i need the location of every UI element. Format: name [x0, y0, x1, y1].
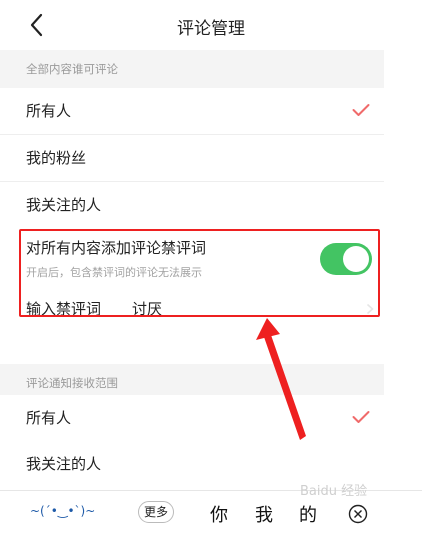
option-label: 所有人 [26, 409, 72, 427]
watermark: Baidu 经验 [300, 484, 368, 499]
ban-word-input[interactable]: 讨厌 [132, 298, 162, 319]
option-label: 我关注的人 [26, 455, 102, 473]
permission-option-everyone[interactable]: 所有人 [0, 88, 384, 134]
more-candidates-button[interactable]: 更多 [138, 501, 174, 523]
ban-words-title: 对所有内容添加评论禁评词 [26, 239, 207, 257]
checkmark-icon [352, 104, 370, 116]
chevron-right-icon [366, 303, 374, 315]
nav-bar: 评论管理 [0, 0, 422, 50]
close-circle-icon[interactable] [348, 504, 368, 524]
ban-word-input-label: 输入禁评词 [26, 300, 102, 318]
ban-words-toggle[interactable] [320, 243, 372, 275]
option-label: 我关注的人 [26, 196, 102, 214]
page-title: 评论管理 [177, 19, 245, 39]
spacer [0, 318, 384, 364]
ban-words-subtitle: 开启后，包含禁评词的评论无法展示 [26, 266, 202, 279]
candidate-word[interactable]: 的 [299, 501, 317, 527]
checkmark-icon [352, 411, 370, 423]
option-label: 所有人 [26, 102, 72, 120]
kaomoji-candidate[interactable]: ~(´•‿•`)~ [30, 504, 95, 518]
candidate-word[interactable]: 你 [210, 501, 228, 527]
candidate-word[interactable]: 我 [255, 501, 273, 527]
section-label-comment-permission: 全部内容谁可评论 [0, 50, 384, 88]
option-label: 我的粉丝 [26, 149, 87, 167]
toggle-knob [343, 246, 369, 272]
notify-option-everyone[interactable]: 所有人 [0, 395, 384, 441]
permission-option-following[interactable]: 我关注的人 [0, 182, 384, 228]
permission-option-fans[interactable]: 我的粉丝 [0, 135, 384, 181]
